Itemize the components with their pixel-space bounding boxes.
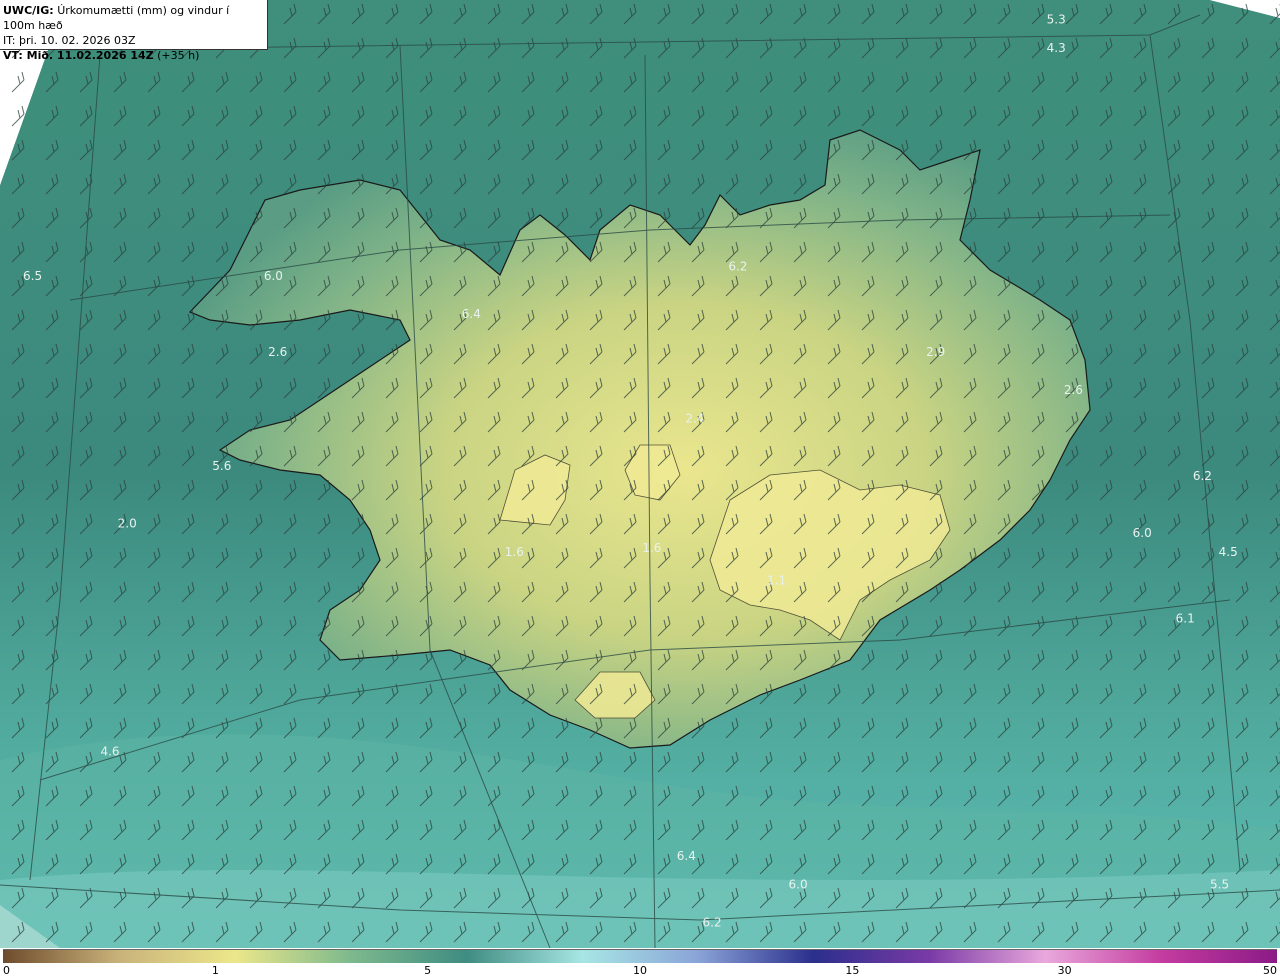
map-value-label: 6.0	[789, 878, 808, 892]
map-header: UWC/IG: Úrkomumætti (mm) og vindur í 100…	[0, 0, 268, 62]
map-value-label: 4.3	[1047, 41, 1066, 55]
wind-barb-field	[0, 0, 1280, 948]
map-value-label: 6.2	[728, 260, 747, 274]
colorbar-legend: 0 1 5 10 15 30 50	[0, 948, 1280, 978]
map-value-label: 2.6	[1064, 383, 1083, 397]
initial-time: IT: þri. 10. 02. 2026 03Z	[3, 34, 136, 47]
map-value-label: 6.5	[23, 269, 42, 283]
valid-time: VT: Mið. 11.02.2026 14Z	[3, 49, 154, 62]
map-value-label: 1.1	[767, 573, 786, 587]
valid-time-line: VT: Mið. 11.02.2026 14Z (+35 h)	[3, 48, 264, 63]
colorbar-tick-label: 15	[845, 964, 860, 977]
map-value-label: 6.4	[462, 307, 481, 321]
colorbar-tick-label: 0	[3, 964, 10, 977]
colorbar-tick-label: 5	[424, 964, 432, 977]
map-value-label: 1.6	[505, 545, 524, 559]
map-value-label: 6.4	[677, 849, 696, 863]
map-value-label: 2.9	[926, 345, 945, 359]
colorbar-tick-label: 30	[1057, 964, 1072, 977]
map-value-label: 4.6	[100, 744, 119, 758]
map-value-label: 5.3	[1047, 13, 1066, 27]
map-value-label: 6.0	[1133, 526, 1152, 540]
map-value-label: 5.6	[212, 459, 231, 473]
map-value-label: 2.4	[685, 412, 704, 426]
map-value-label: 2.6	[268, 345, 287, 359]
colorbar-tick-label: 10	[633, 964, 647, 977]
colorbar	[3, 949, 1277, 963]
map-value-label: 2.0	[118, 516, 137, 530]
model-name: UWC/IG:	[3, 4, 54, 17]
colorbar-tick-label: 1	[211, 964, 219, 977]
map-value-label: 4.5	[1219, 545, 1238, 559]
colorbar-tick-label: 50	[1263, 964, 1277, 977]
map-value-label: 6.0	[264, 269, 283, 283]
map-value-label: 1.6	[642, 541, 661, 555]
title-line: UWC/IG: Úrkomumætti (mm) og vindur í 100…	[3, 3, 264, 33]
map-value-label: 6.1	[1176, 611, 1195, 625]
map-value-label: 6.2	[703, 916, 722, 930]
lead-time: (+35 h)	[157, 49, 200, 62]
map-value-label: 5.5	[1210, 878, 1229, 892]
map-value-label: 6.2	[1193, 469, 1212, 483]
precipitation-map: 5.3 4.3 6.5 6.0 6.4 6.2 2.6 2.9 2.6 2.4 5.6 6.2 2.0 1…	[0, 0, 1280, 948]
